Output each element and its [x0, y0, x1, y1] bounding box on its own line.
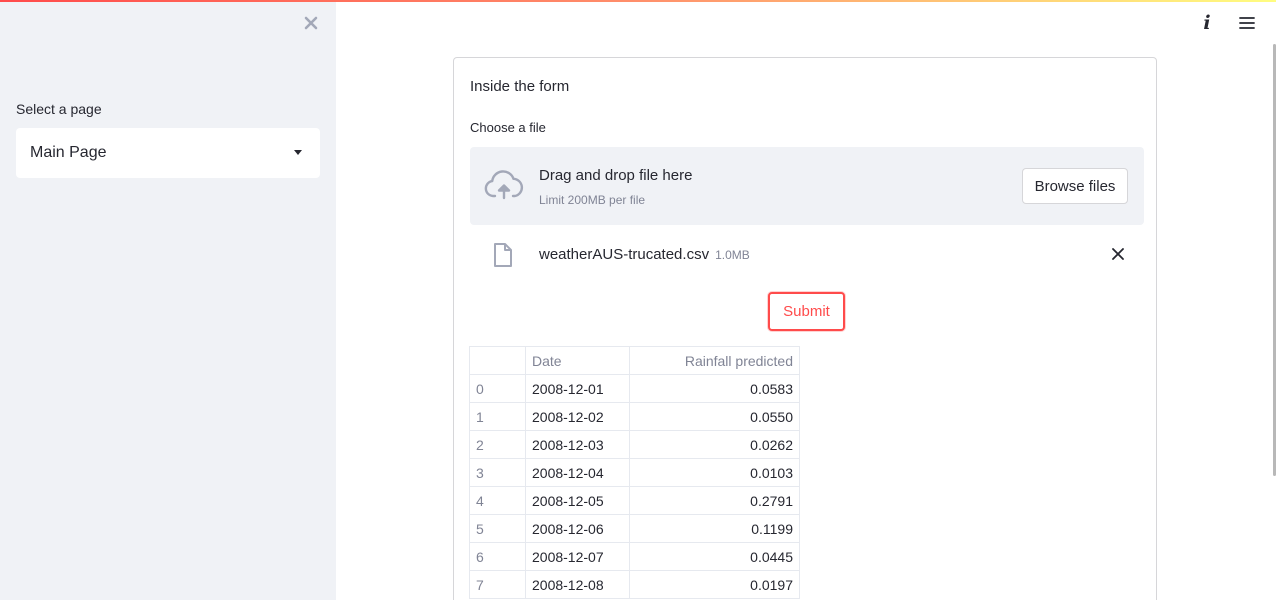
rainfall-cell: 0.0445: [629, 542, 800, 571]
row-index: 5: [469, 514, 526, 543]
table-row: 3 2008-12-04 0.0103: [469, 458, 800, 487]
uploaded-file-info: weatherAUS-trucated.csv 1.0MB: [539, 246, 750, 263]
date-cell: 2008-12-05: [525, 486, 630, 515]
file-icon: [492, 242, 514, 268]
rainfall-cell: 0.0262: [629, 430, 800, 459]
rainfall-cell: 0.0550: [629, 402, 800, 431]
hamburger-menu-icon[interactable]: [1236, 12, 1258, 34]
row-index: 4: [469, 486, 526, 515]
table-header-row: Date Rainfall predicted: [469, 346, 800, 375]
table-row: 6 2008-12-07 0.0445: [469, 542, 800, 571]
info-icon[interactable]: i: [1196, 12, 1218, 34]
row-index: 0: [469, 374, 526, 403]
uploaded-file-size: 1.0MB: [715, 248, 750, 262]
table-row: 1 2008-12-02 0.0550: [469, 402, 800, 431]
rainfall-cell: 0.0103: [629, 458, 800, 487]
rainfall-cell: 0.0583: [629, 374, 800, 403]
row-index: 6: [469, 542, 526, 571]
uploaded-file-name: weatherAUS-trucated.csv: [539, 246, 710, 263]
submit-button[interactable]: Submit: [768, 292, 845, 331]
table-row: 0 2008-12-01 0.0583: [469, 374, 800, 403]
date-cell: 2008-12-07: [525, 542, 630, 571]
close-sidebar-icon[interactable]: [300, 12, 322, 34]
date-cell: 2008-12-03: [525, 430, 630, 459]
table-row: 4 2008-12-05 0.2791: [469, 486, 800, 515]
dropzone-instruction: Drag and drop file here: [539, 167, 693, 184]
date-cell: 2008-12-06: [525, 514, 630, 543]
dropzone-limit: Limit 200MB per file: [539, 193, 646, 207]
date-cell: 2008-12-08: [525, 570, 630, 599]
page-select-value: Main Page: [30, 144, 107, 161]
rainfall-column-header[interactable]: Rainfall predicted: [629, 346, 800, 375]
date-column-header[interactable]: Date: [525, 346, 630, 375]
rainfall-cell: 0.2791: [629, 486, 800, 515]
uploaded-file-row: weatherAUS-trucated.csv 1.0MB: [470, 240, 1144, 270]
prediction-table: Date Rainfall predicted 0 2008-12-01 0.0…: [469, 346, 800, 599]
file-uploader-label: Choose a file: [470, 120, 546, 135]
date-cell: 2008-12-02: [525, 402, 630, 431]
row-index: 1: [469, 402, 526, 431]
table-row: 2 2008-12-03 0.0262: [469, 430, 800, 459]
date-cell: 2008-12-04: [525, 458, 630, 487]
sidebar: Select a page Main Page: [0, 0, 336, 600]
row-index: 3: [469, 458, 526, 487]
index-header: [469, 346, 526, 375]
form-title: Inside the form: [470, 78, 570, 95]
row-index: 2: [469, 430, 526, 459]
date-cell: 2008-12-01: [525, 374, 630, 403]
caret-down-icon: [294, 150, 302, 155]
form-container: Inside the form Choose a file Drag and d…: [453, 57, 1157, 600]
rainfall-cell: 0.0197: [629, 570, 800, 599]
page-select[interactable]: Main Page: [16, 128, 320, 178]
row-index: 7: [469, 570, 526, 599]
rainfall-cell: 0.1199: [629, 514, 800, 543]
file-dropzone[interactable]: Drag and drop file here Limit 200MB per …: [470, 147, 1144, 225]
table-row: 5 2008-12-06 0.1199: [469, 514, 800, 543]
cloud-upload-icon: [484, 169, 524, 203]
remove-file-icon[interactable]: [1108, 244, 1128, 264]
select-page-label: Select a page: [16, 101, 102, 117]
top-decoration-bar: [0, 0, 1276, 2]
browse-files-button[interactable]: Browse files: [1022, 168, 1128, 204]
table-row: 7 2008-12-08 0.0197: [469, 570, 800, 599]
